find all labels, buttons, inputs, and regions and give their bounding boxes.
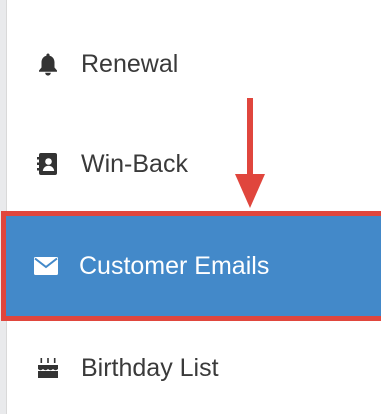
sidebar-item-customer-emails[interactable]: Customer Emails [1, 211, 381, 321]
birthday-cake-icon [35, 355, 61, 381]
bell-icon [35, 51, 61, 77]
sidebar-item-label: Win-Back [81, 149, 188, 178]
sidebar-item-birthday-list[interactable]: Birthday List [7, 320, 381, 414]
screenshot-stage: Renewal Win-Back Customer Emails Birthda… [0, 0, 381, 414]
sidebar-item-label: Customer Emails [79, 251, 270, 280]
sidebar-item-label: Renewal [81, 49, 179, 78]
contact-book-icon [35, 151, 61, 177]
sidebar-item-win-back[interactable]: Win-Back [7, 116, 381, 212]
sidebar-item-label: Birthday List [81, 353, 219, 382]
envelope-icon [33, 253, 59, 279]
sidebar-item-renewal[interactable]: Renewal [7, 14, 381, 114]
sidebar-menu: Renewal Win-Back Customer Emails Birthda… [1, 0, 381, 414]
